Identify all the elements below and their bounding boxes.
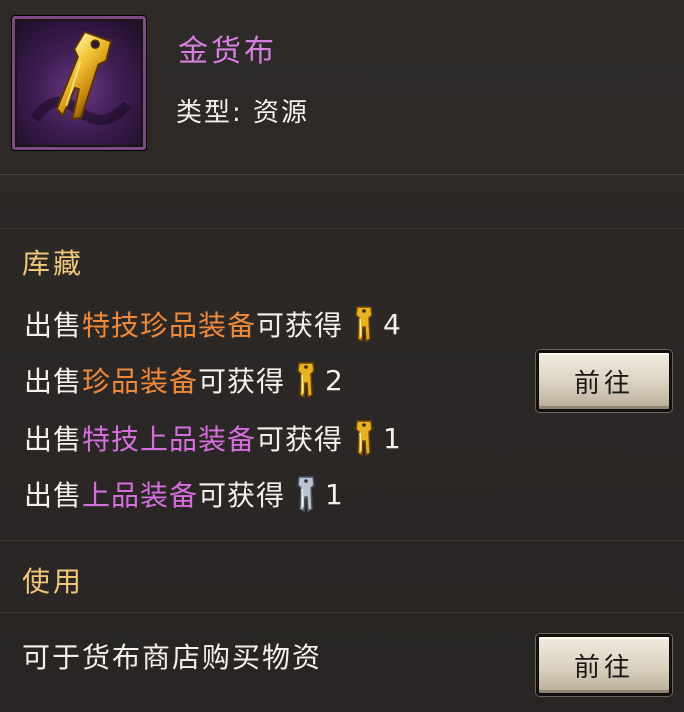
row-prefix: 出售 — [24, 365, 83, 398]
storage-row: 出售 特技珍品装备 可获得 4 — [24, 304, 402, 344]
gold-coin-icon — [355, 420, 373, 457]
row-suffix: 可获得 — [256, 309, 344, 342]
row-prefix: 出售 — [24, 479, 83, 512]
divider — [0, 174, 684, 175]
row-count: 2 — [325, 363, 344, 397]
row-count: 1 — [325, 477, 344, 511]
row-count: 1 — [383, 421, 402, 455]
gold-coin-icon — [30, 30, 131, 125]
row-suffix: 可获得 — [198, 365, 286, 398]
storage-row: 出售 特技上品装备 可获得 1 — [24, 418, 402, 458]
row-prefix: 出售 — [24, 309, 83, 342]
item-icon-frame — [12, 16, 146, 150]
row-suffix: 可获得 — [256, 423, 344, 456]
item-type: 类型: 资源 — [176, 98, 310, 128]
row-prefix: 出售 — [24, 423, 83, 456]
storage-row: 出售 上品装备 可获得 1 — [24, 474, 344, 514]
goto-button-storage[interactable]: 前往 — [536, 350, 672, 412]
row-item: 珍品装备 — [82, 365, 199, 398]
divider — [0, 612, 684, 613]
row-count: 4 — [383, 307, 402, 341]
item-tooltip-panel: 金货布 类型: 资源 库藏 出售 特技珍品装备 可获得 4 出售 珍品装备 可获… — [0, 0, 684, 712]
use-description: 可于货布商店购买物资 — [22, 641, 323, 674]
row-item: 特技珍品装备 — [82, 309, 257, 342]
section-title-storage: 库藏 — [22, 247, 85, 280]
row-item: 上品装备 — [82, 479, 199, 512]
divider — [0, 228, 684, 229]
storage-row: 出售 珍品装备 可获得 2 — [24, 360, 344, 400]
gold-coin-icon — [297, 362, 315, 399]
row-item: 特技上品装备 — [82, 423, 257, 456]
gold-coin-icon — [355, 306, 373, 343]
row-suffix: 可获得 — [198, 479, 286, 512]
item-name: 金货布 — [178, 34, 277, 69]
goto-button-shop[interactable]: 前往 — [536, 634, 672, 696]
silver-coin-icon — [297, 476, 315, 513]
section-title-use: 使用 — [22, 565, 85, 598]
divider — [0, 540, 684, 541]
